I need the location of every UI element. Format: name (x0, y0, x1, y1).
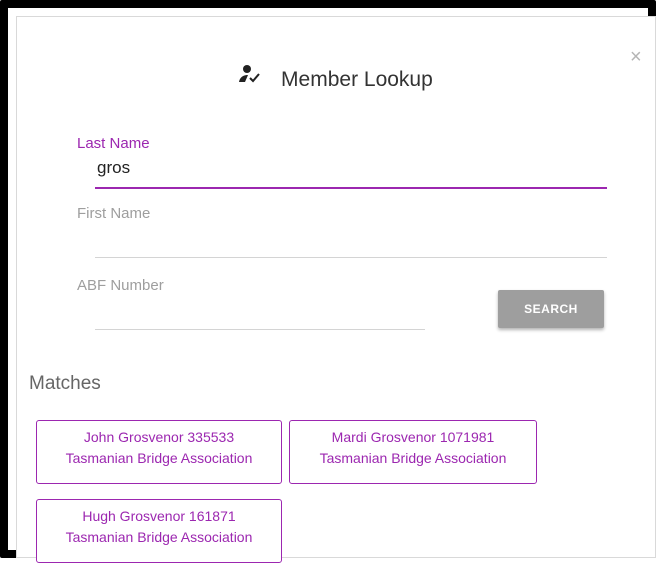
member-lookup-dialog: × Member Lookup Last Name gros First Nam… (16, 16, 656, 563)
dialog-header: Member Lookup (17, 64, 655, 93)
first-name-underline (95, 257, 607, 258)
match-card[interactable]: Hugh Grosvenor 161871 Tasmanian Bridge A… (36, 499, 282, 563)
match-association: Tasmanian Bridge Association (65, 529, 253, 545)
match-card[interactable]: John Grosvenor 335533 Tasmanian Bridge A… (36, 420, 282, 484)
first-name-label: First Name (77, 205, 151, 222)
abf-number-field[interactable]: ABF Number (77, 277, 425, 330)
last-name-underline (95, 187, 607, 189)
match-association: Tasmanian Bridge Association (319, 450, 507, 466)
match-association: Tasmanian Bridge Association (65, 450, 253, 466)
last-name-input[interactable]: gros (97, 158, 130, 178)
close-icon[interactable]: × (630, 47, 644, 67)
match-name: Mardi Grosvenor 1071981 (331, 429, 495, 445)
last-name-label: Last Name (77, 135, 150, 152)
window-frame: × Member Lookup Last Name gros First Nam… (0, 0, 656, 563)
dialog-title: Member Lookup (281, 68, 433, 91)
person-check-icon (239, 64, 261, 90)
abf-number-underline (95, 329, 425, 330)
match-card[interactable]: Mardi Grosvenor 1071981 Tasmanian Bridge… (289, 420, 537, 484)
matches-heading: Matches (29, 373, 101, 394)
search-button[interactable]: SEARCH (498, 290, 604, 328)
first-name-field[interactable]: First Name (77, 205, 607, 258)
last-name-field[interactable]: Last Name gros (77, 135, 607, 189)
match-name: Hugh Grosvenor 161871 (82, 508, 236, 524)
abf-number-label: ABF Number (77, 277, 164, 294)
match-name: John Grosvenor 335533 (83, 429, 235, 445)
